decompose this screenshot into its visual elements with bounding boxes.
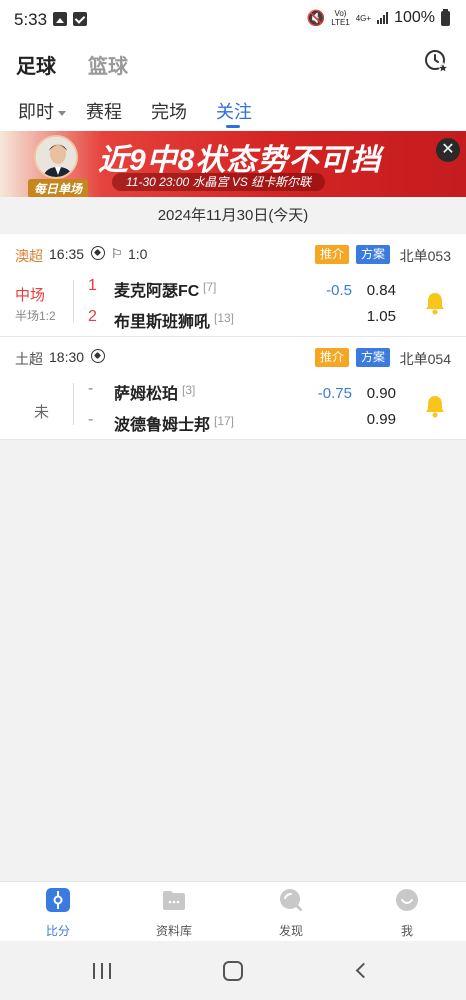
close-icon[interactable]: ✕ [436, 138, 460, 162]
home-score: - [88, 380, 94, 397]
gallery-icon [53, 12, 67, 26]
signal-icon [377, 12, 389, 24]
mute-icon: 🔇 [306, 10, 326, 27]
nav-discover[interactable]: 发现 [251, 888, 331, 939]
tab-schedule[interactable]: 赛程 [86, 98, 122, 124]
tab-live[interactable]: 即时 [18, 98, 66, 124]
sub-tabs: 即时 赛程 完场 关注 [0, 85, 466, 131]
battery-percent: 100% [394, 9, 435, 26]
league-label: 土超 [15, 351, 43, 367]
tab-basketball[interactable]: 篮球 [88, 50, 128, 79]
nav-me[interactable]: 我 [367, 888, 447, 939]
network-gen-indicator: 4G+ [355, 13, 372, 23]
empty-area [0, 441, 466, 881]
divider [73, 383, 74, 425]
lottery-code: 北单054 [399, 351, 451, 367]
away-rank: [17] [214, 414, 235, 428]
divider [73, 280, 74, 322]
bottom-nav: 比分 资料库 发现 我 [0, 881, 466, 941]
volte-indicator: Vo) LTE1 [331, 9, 350, 27]
home-team: 萨姆松珀 [114, 386, 179, 403]
home-rank: [3] [182, 383, 196, 397]
recommend-badge[interactable]: 推介 [315, 348, 350, 367]
half-time-score: 半场1:2 [15, 309, 56, 323]
match-status: 未 [34, 404, 50, 421]
corner-count: 1:0 [128, 246, 148, 262]
home-odds: 0.90 [366, 385, 396, 402]
home-odds: 0.84 [366, 282, 396, 299]
avatar [34, 135, 78, 179]
nav-database[interactable]: 资料库 [134, 888, 214, 939]
home-team: 麦克阿瑟FC [114, 283, 200, 300]
away-team: 布里斯班狮吼 [114, 314, 211, 331]
banner-tag: 每日单场 [28, 179, 89, 197]
date-header: 2024年11月30日(今天) [0, 197, 466, 234]
bell-icon[interactable] [424, 291, 446, 315]
league-label: 澳超 [15, 248, 43, 264]
home-icon[interactable] [223, 961, 243, 981]
chevron-down-icon [58, 110, 66, 116]
football-icon [91, 246, 105, 260]
plan-badge[interactable]: 方案 [356, 348, 391, 367]
tab-following[interactable]: 关注 [216, 98, 252, 124]
home-rank: [7] [203, 280, 217, 294]
nav-score[interactable]: 比分 [18, 888, 98, 939]
tab-finished[interactable]: 完场 [151, 98, 187, 124]
system-nav-bar [0, 941, 466, 1000]
away-rank: [13] [214, 311, 235, 325]
folder-icon [163, 891, 185, 910]
lottery-code: 北单053 [399, 248, 451, 264]
handicap: -0.5 [326, 282, 352, 299]
status-bar: 5:33 🔇 Vo) LTE1 4G+ 100% [0, 0, 466, 40]
profile-icon [396, 889, 418, 911]
away-score: 2 [88, 308, 97, 325]
away-score: - [88, 411, 94, 428]
away-odds: 0.99 [366, 411, 396, 428]
battery-icon [441, 8, 450, 26]
tab-football[interactable]: 足球 [16, 50, 56, 79]
promo-banner[interactable]: 每日单场 近9中8状态势不可挡 11-30 23:00 水晶宫 VS 纽卡斯尔联… [0, 131, 466, 197]
football-icon [91, 349, 105, 363]
away-team: 波德鲁姆士邦 [114, 417, 211, 434]
checkbox-notification-icon [73, 12, 87, 26]
corner-flag-icon: ⚐ [111, 246, 123, 261]
match-time: 16:35 [49, 246, 85, 262]
away-odds: 1.05 [366, 308, 396, 325]
match-time: 18:30 [49, 349, 85, 365]
back-icon[interactable] [355, 962, 372, 979]
recent-apps-icon[interactable] [93, 963, 111, 979]
plan-badge[interactable]: 方案 [356, 245, 391, 264]
banner-match-info: 11-30 23:00 水晶宫 VS 纽卡斯尔联 [112, 173, 326, 191]
discover-icon [280, 889, 303, 912]
scoreboard-icon [46, 888, 70, 912]
clock-star-icon[interactable] [424, 48, 450, 74]
handicap: -0.75 [317, 385, 352, 402]
home-score: 1 [88, 277, 97, 294]
status-time: 5:33 [14, 10, 48, 29]
recommend-badge[interactable]: 推介 [315, 245, 350, 264]
active-tab-indicator [226, 125, 240, 128]
match-card[interactable]: 土超 18:30 推介 方案 北单054 未 - 萨姆松珀 [3] - 波德鲁姆… [0, 337, 466, 440]
bell-icon[interactable] [424, 394, 446, 418]
match-status: 中场 [15, 287, 46, 304]
match-card[interactable]: 澳超 16:35 ⚐ 1:0 推介 方案 北单053 中场 半场1:2 1 麦克… [0, 234, 466, 337]
top-nav: 足球 篮球 [0, 40, 466, 85]
